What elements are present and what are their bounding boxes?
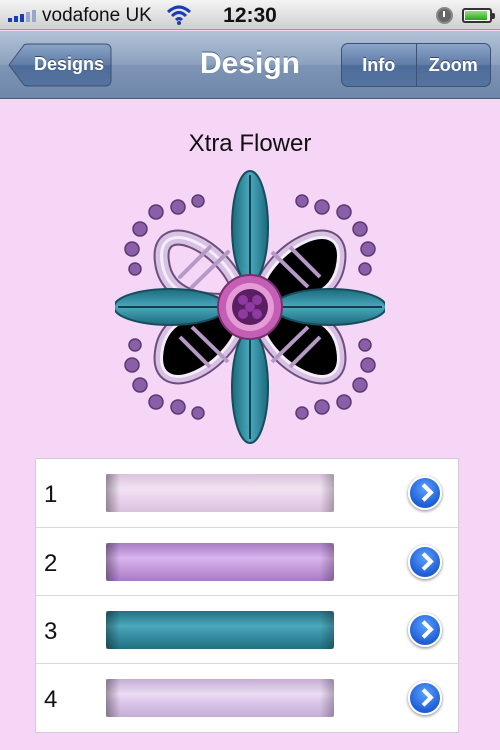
thread-color-swatch: [106, 611, 334, 649]
chevron-right-icon[interactable]: [408, 545, 442, 579]
status-bar: vodafone UK 12:30: [0, 0, 500, 30]
design-preview-image: [115, 170, 385, 444]
thread-number: 4: [44, 686, 58, 713]
alarm-clock-icon: [436, 7, 453, 24]
thread-row-3[interactable]: 3: [36, 595, 460, 663]
thread-row-1[interactable]: 1: [36, 459, 460, 527]
zoom-button[interactable]: Zoom: [415, 44, 491, 86]
design-name: Xtra Flower: [188, 130, 312, 157]
thread-number: 1: [44, 481, 58, 508]
thread-number: 2: [44, 550, 58, 577]
thread-color-list: 1 2 3 4: [35, 458, 460, 733]
status-time: 12:30: [223, 4, 277, 27]
battery-icon: [462, 8, 495, 23]
thread-color-swatch: [106, 474, 334, 512]
thread-row-2[interactable]: 2: [36, 527, 460, 595]
thread-row-4[interactable]: 4: [36, 663, 460, 731]
chevron-right-icon[interactable]: [408, 613, 442, 647]
chevron-right-icon[interactable]: [408, 681, 442, 715]
thread-color-swatch: [106, 679, 334, 717]
thread-color-swatch: [106, 543, 334, 581]
navigation-bar: Designs Design Info Zoom: [0, 31, 500, 99]
info-button[interactable]: Info: [342, 44, 416, 86]
chevron-right-icon[interactable]: [408, 476, 442, 510]
thread-number: 3: [44, 618, 58, 645]
info-zoom-segmented-control: Info Zoom: [341, 43, 491, 87]
